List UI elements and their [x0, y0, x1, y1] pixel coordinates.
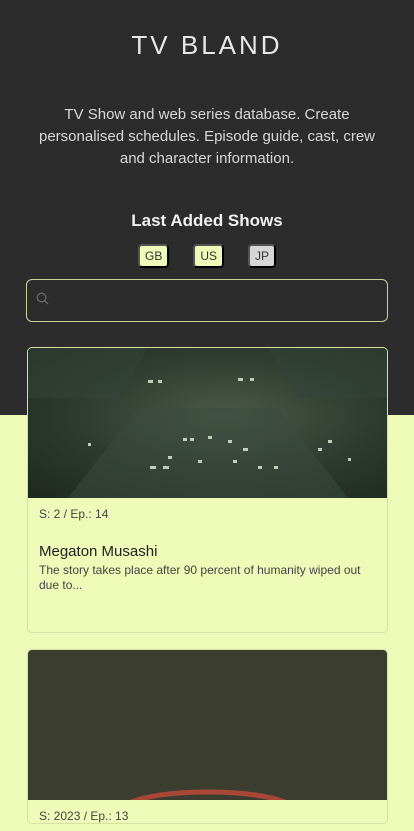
- search-icon: [36, 292, 49, 310]
- show-meta: S: 2023 / Ep.: 13: [39, 809, 129, 823]
- site-tagline: TV Show and web series database. Create …: [38, 106, 376, 167]
- filter-gb-button[interactable]: GB: [137, 244, 170, 268]
- page-content: TV BLAND TV Show and web series database…: [0, 0, 414, 824]
- filter-us-button[interactable]: US: [193, 244, 224, 268]
- show-meta: S: 2 / Ep.: 14: [39, 507, 109, 521]
- show-card[interactable]: S: 2023 / Ep.: 13: [27, 649, 388, 824]
- search-bar[interactable]: [26, 279, 388, 322]
- country-filters: GB US JP: [0, 244, 414, 268]
- filter-jp-button[interactable]: JP: [248, 244, 277, 268]
- site-title[interactable]: TV BLAND: [0, 0, 414, 60]
- show-description: The story takes place after 90 percent o…: [39, 563, 361, 592]
- search-input[interactable]: [55, 280, 387, 321]
- show-card[interactable]: S: 2 / Ep.: 14 Megaton Musashi The story…: [27, 347, 388, 633]
- show-thumbnail[interactable]: [28, 650, 387, 800]
- section-title: Last Added Shows: [131, 211, 283, 230]
- show-thumbnail[interactable]: [28, 348, 387, 498]
- show-title[interactable]: Megaton Musashi: [28, 521, 387, 560]
- show-list: S: 2 / Ep.: 14 Megaton Musashi The story…: [0, 347, 414, 824]
